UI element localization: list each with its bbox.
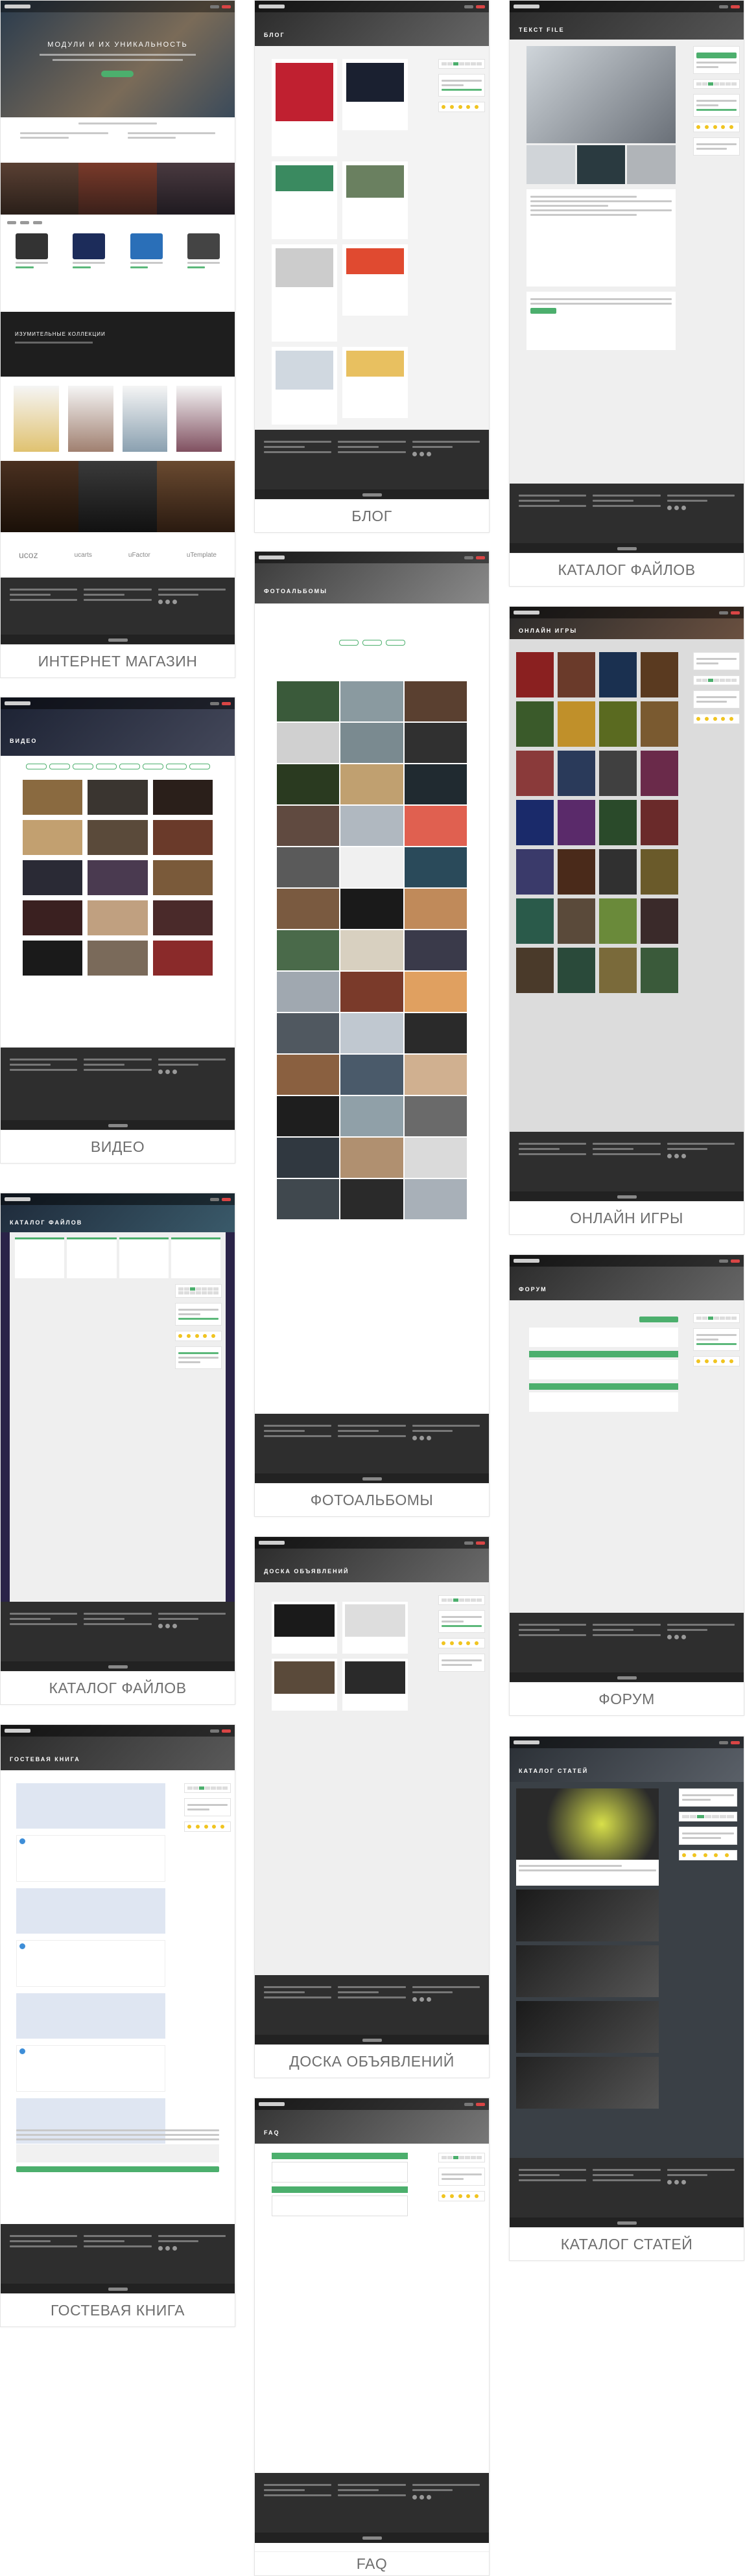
- files2-screenshot: КАТАЛОГ ФАЙЛОВ: [1, 1193, 235, 1672]
- files1-hero-title: ТЕКСТ FILE: [519, 27, 565, 33]
- partner-utemplate[interactable]: uTemplate: [187, 552, 217, 559]
- shop-hero: МОДУЛИ И ИХ УНИКАЛЬНОСТЬ: [1, 1, 235, 117]
- video-caption: ВИДЕО: [1, 1130, 235, 1163]
- photo-filters[interactable]: [255, 603, 489, 681]
- board-hero-title: ДОСКА ОБЪЯВЛЕНИЙ: [264, 1568, 349, 1575]
- card-shop[interactable]: МОДУЛИ И ИХ УНИКАЛЬНОСТЬ ИЗУМИТЕЛЬНЫЕ КО…: [0, 0, 235, 678]
- video-footer: [1, 1048, 235, 1130]
- card-blog[interactable]: БЛОГ БЛОГ: [254, 0, 490, 533]
- blog-footer: [255, 430, 489, 500]
- articles-list: [516, 1788, 659, 2109]
- files1-gallery: [526, 46, 676, 350]
- games-hero: ОНЛАЙН ИГРЫ: [510, 607, 744, 639]
- shop-products: [1, 215, 235, 312]
- files1-hero: ТЕКСТ FILE: [510, 1, 744, 40]
- files1-caption: КАТАЛОГ ФАЙЛОВ: [510, 553, 744, 586]
- shop-models: [1, 377, 235, 461]
- faq-caption: FAQ: [255, 2551, 489, 2575]
- files2-content: [10, 1232, 226, 1602]
- faq-screenshot: FAQ: [255, 2098, 489, 2543]
- card-forum[interactable]: ФОРУМ ФОРУМ: [509, 1254, 744, 1716]
- card-files-2[interactable]: КАТАЛОГ ФАЙЛОВ КАТАЛОГ ФАЙЛОВ: [0, 1193, 235, 1705]
- card-video[interactable]: ВИДЕО ВИДЕО: [0, 697, 235, 1164]
- card-games[interactable]: ОНЛАЙН ИГРЫ ОНЛАЙН ИГРЫ: [509, 606, 744, 1235]
- shop-hero-title: МОДУЛИ И ИХ УНИКАЛЬНОСТЬ: [47, 41, 188, 49]
- blog-screenshot: БЛОГ: [255, 1, 489, 500]
- forum-hero-title: ФОРУМ: [519, 1286, 547, 1293]
- card-articles[interactable]: КАТАЛОГ СТАТЕЙ КАТАЛОГ СТАТЕЙ: [509, 1736, 744, 2261]
- files1-footer: [510, 484, 744, 554]
- forum-hero: ФОРУМ: [510, 1255, 744, 1300]
- shop-partners: ucoz ucarts uFactor uTemplate: [1, 532, 235, 578]
- partner-ucarts[interactable]: ucarts: [75, 552, 92, 559]
- shop-features: [1, 117, 235, 163]
- files2-caption: КАТАЛОГ ФАЙЛОВ: [1, 1671, 235, 1704]
- guestbook-hero-title: ГОСТЕВАЯ КНИГА: [10, 1756, 80, 1762]
- guestbook-footer: [1, 2224, 235, 2294]
- shop-footer: [1, 578, 235, 645]
- forum-screenshot: ФОРУМ: [510, 1255, 744, 1683]
- video-screenshot: ВИДЕО: [1, 697, 235, 1130]
- shop-hero-button[interactable]: [101, 71, 134, 77]
- articles-screenshot: КАТАЛОГ СТАТЕЙ: [510, 1737, 744, 2228]
- guestbook-submit-button[interactable]: [16, 2166, 219, 2172]
- articles-footer: [510, 2158, 744, 2228]
- card-guestbook[interactable]: ГОСТЕВАЯ КНИГА ГОСТЕВАЯ КНИГА: [0, 1724, 235, 2327]
- games-footer: [510, 1132, 744, 1202]
- games-screenshot: ОНЛАЙН ИГРЫ: [510, 607, 744, 1202]
- guestbook-form[interactable]: [16, 2127, 219, 2175]
- photo-grid: [255, 681, 489, 1219]
- shop-caption: ИНТЕРНЕТ МАГАЗИН: [1, 644, 235, 677]
- card-files-1[interactable]: ТЕКСТ FILE КАТАЛОГ ФАЙЛОВ: [509, 0, 744, 587]
- files2-footer: [1, 1602, 235, 1672]
- video-hero-title: ВИДЕО: [10, 738, 38, 744]
- blog-posts: [272, 59, 408, 425]
- guestbook-caption: ГОСТЕВАЯ КНИГА: [1, 2293, 235, 2326]
- guestbook-hero: ГОСТЕВАЯ КНИГА: [1, 1725, 235, 1770]
- files1-screenshot: ТЕКСТ FILE: [510, 1, 744, 554]
- board-caption: ДОСКА ОБЪЯВЛЕНИЙ: [255, 2044, 489, 2078]
- articles-hero: КАТАЛОГ СТАТЕЙ: [510, 1737, 744, 1782]
- games-caption: ОНЛАЙН ИГРЫ: [510, 1201, 744, 1234]
- shop-screenshot: МОДУЛИ И ИХ УНИКАЛЬНОСТЬ ИЗУМИТЕЛЬНЫЕ КО…: [1, 1, 235, 645]
- card-faq[interactable]: FAQ FAQ: [254, 2098, 490, 2576]
- faq-hero-title: FAQ: [264, 2129, 280, 2136]
- partner-ucoz[interactable]: ucoz: [19, 550, 38, 560]
- photo-caption: ФОТОАЛЬБОМЫ: [255, 1483, 489, 1516]
- photo-hero: ФОТОАЛЬБОМЫ: [255, 552, 489, 603]
- shop-collections-banner: ИЗУМИТЕЛЬНЫЕ КОЛЛЕКЦИИ: [1, 312, 235, 377]
- card-photo[interactable]: ФОТОАЛЬБОМЫ ФОТОАЛЬБОМЫ: [254, 551, 490, 1517]
- guestbook-entries: [16, 1783, 165, 2150]
- forum-threads: [529, 1313, 678, 1412]
- board-screenshot: ДОСКА ОБЪЯВЛЕНИЙ: [255, 1537, 489, 2045]
- guestbook-screenshot: ГОСТЕВАЯ КНИГА: [1, 1725, 235, 2294]
- board-hero: ДОСКА ОБЪЯВЛЕНИЙ: [255, 1537, 489, 1582]
- articles-caption: КАТАЛОГ СТАТЕЙ: [510, 2227, 744, 2260]
- forum-footer: [510, 1613, 744, 1683]
- files2-hero-title: КАТАЛОГ ФАЙЛОВ: [10, 1219, 83, 1226]
- shop-lookbook: [1, 461, 235, 532]
- faq-footer: [255, 2473, 489, 2543]
- blog-hero: БЛОГ: [255, 1, 489, 46]
- photo-footer: [255, 1414, 489, 1484]
- card-board[interactable]: ДОСКА ОБЪЯВЛЕНИЙ ДОСКА ОБЪЯВЛЕНИЙ: [254, 1536, 490, 2078]
- photo-hero-title: ФОТОАЛЬБОМЫ: [264, 588, 327, 594]
- faq-list: [272, 2153, 408, 2220]
- photo-screenshot: ФОТОАЛЬБОМЫ: [255, 552, 489, 1484]
- games-grid: [516, 652, 678, 993]
- video-hero: ВИДЕО: [1, 697, 235, 756]
- partner-ufactor[interactable]: uFactor: [128, 552, 150, 559]
- board-ads: [272, 1602, 408, 1711]
- board-footer: [255, 1975, 489, 2045]
- games-hero-title: ОНЛАЙН ИГРЫ: [519, 627, 578, 634]
- blog-caption: БЛОГ: [255, 499, 489, 532]
- shop-categories: [1, 163, 235, 215]
- articles-hero-title: КАТАЛОГ СТАТЕЙ: [519, 1768, 589, 1774]
- files2-hero: КАТАЛОГ ФАЙЛОВ: [1, 1193, 235, 1232]
- blog-hero-title: БЛОГ: [264, 32, 285, 38]
- forum-caption: ФОРУМ: [510, 1682, 744, 1715]
- faq-hero: FAQ: [255, 2098, 489, 2144]
- shop-collections-title: ИЗУМИТЕЛЬНЫЕ КОЛЛЕКЦИИ: [15, 331, 106, 337]
- video-content: [1, 756, 235, 1035]
